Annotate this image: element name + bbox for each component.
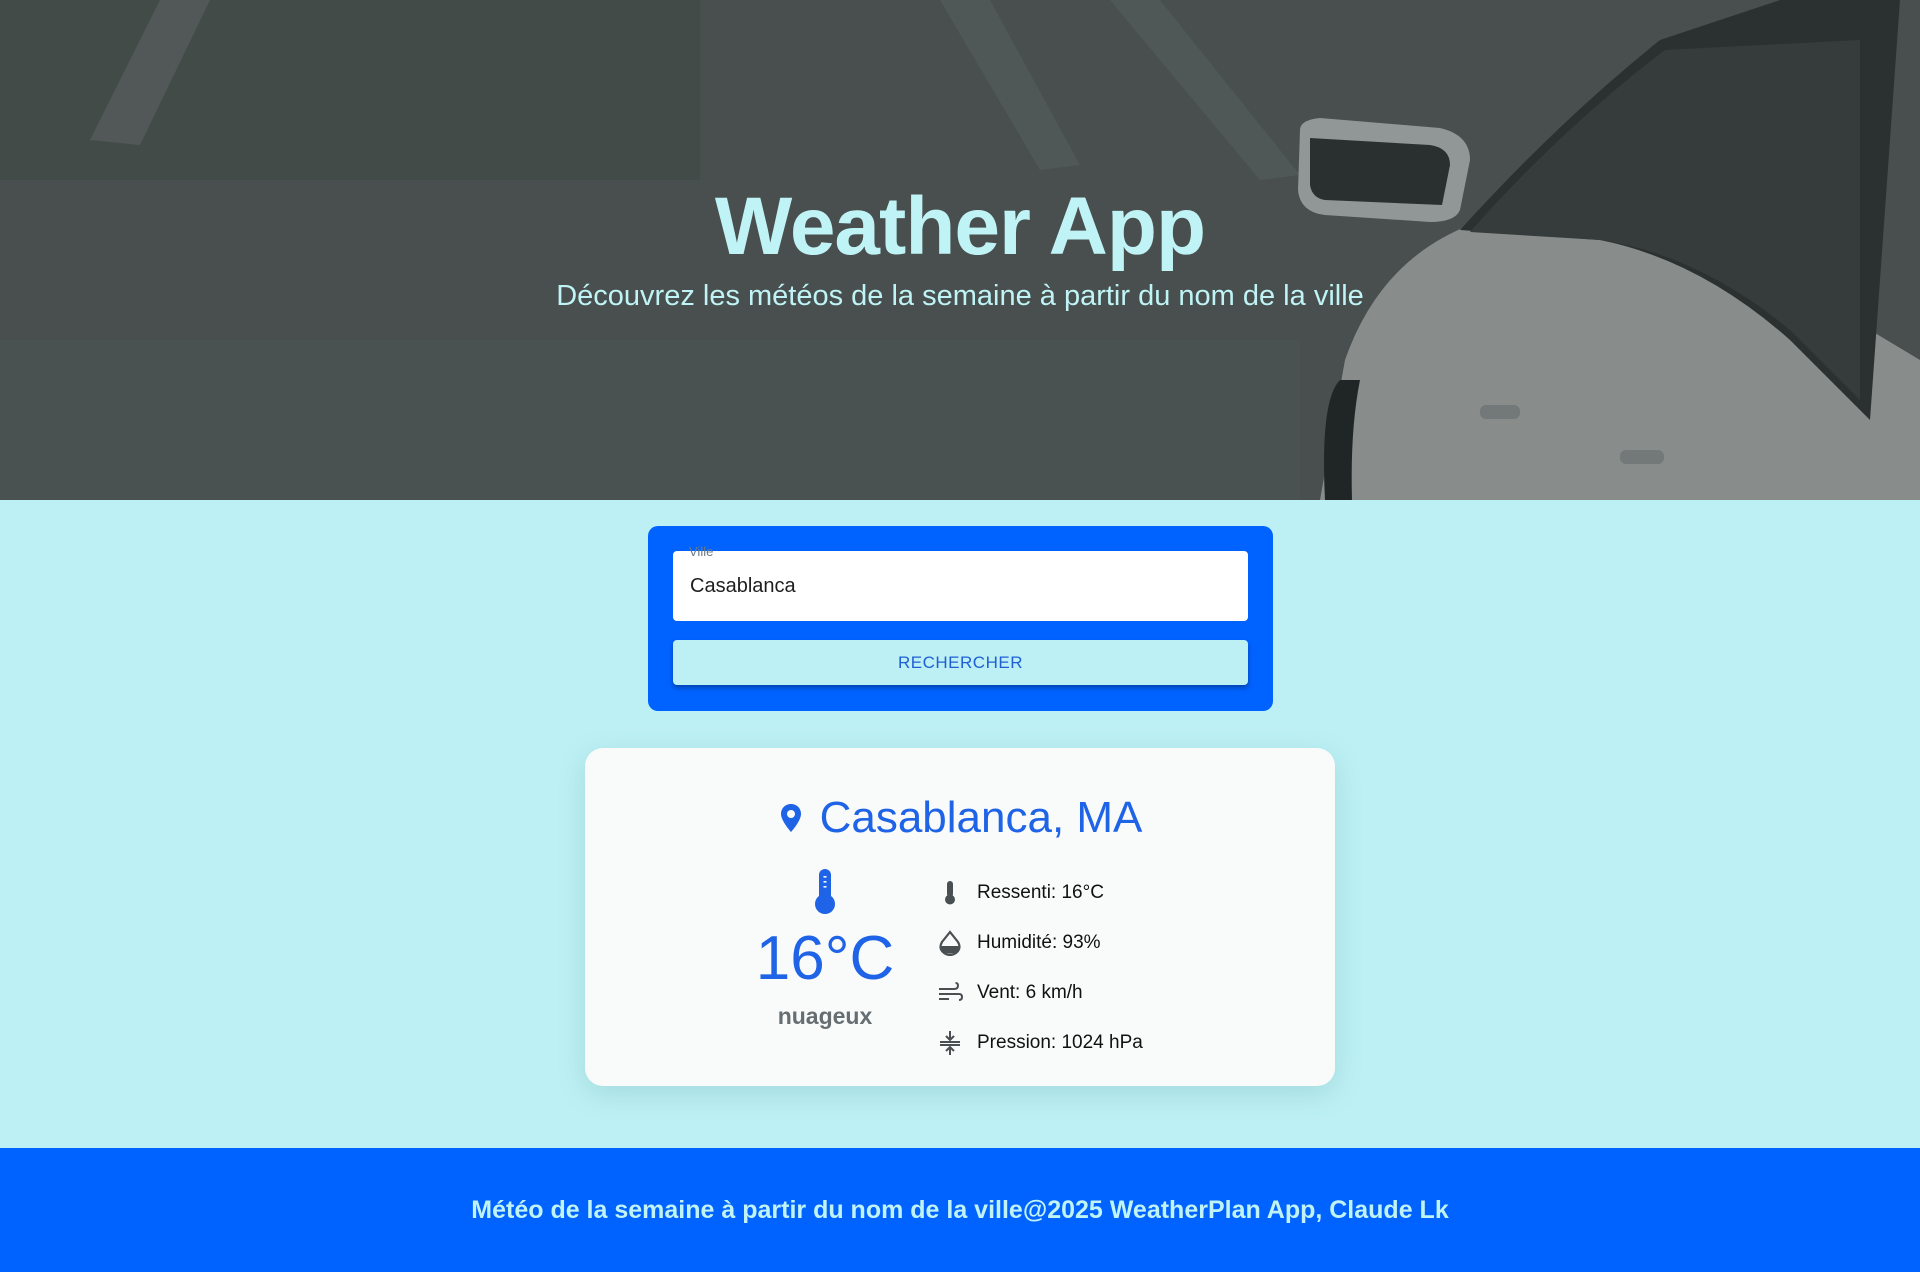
detail-wind: Vent: 6 km/h	[937, 968, 1267, 1018]
thermometer-icon	[815, 869, 835, 914]
pressure-text: Pression: 1024 hPa	[977, 1032, 1143, 1053]
water-drop-icon	[939, 930, 961, 956]
thermometer-icon	[945, 881, 955, 905]
weather-condition: nuageux	[777, 1003, 873, 1029]
detail-feels-like: Ressenti: 16°C	[937, 868, 1267, 918]
page-subtitle: Découvrez les météos de la semaine à par…	[556, 280, 1364, 312]
hero-banner: Weather App Découvrez les météos de la s…	[0, 0, 1920, 500]
page-title: Weather App	[714, 181, 1206, 272]
detail-humidity: Humidité: 93%	[937, 918, 1267, 968]
pressure-icon	[940, 1031, 960, 1055]
feels-like-text: Ressenti: 16°C	[977, 882, 1104, 903]
city-input[interactable]	[673, 551, 1248, 621]
wind-text: Vent: 6 km/h	[977, 982, 1083, 1003]
search-button[interactable]: RECHERCHER	[673, 640, 1248, 685]
city-field[interactable]: Ville	[673, 545, 1248, 621]
detail-pressure: Pression: 1024 hPa	[937, 1018, 1267, 1068]
city-field-label: Ville	[689, 544, 714, 559]
wind-icon	[939, 982, 963, 1001]
temperature-value: 16°C	[755, 924, 895, 993]
footer-text: Météo de la semaine à partir du nom de l…	[471, 1196, 1449, 1224]
temperature-summary: 16°C nuageux	[740, 868, 910, 1048]
footer: Météo de la semaine à partir du nom de l…	[0, 1148, 1920, 1272]
weather-card: Casablanca, MA 16°C nuageux Ressenti: 16…	[585, 748, 1335, 1086]
weather-details: Ressenti: 16°C Humidité: 93% Vent: 6 km/…	[937, 868, 1267, 1068]
location-name: Casablanca, MA	[819, 793, 1143, 842]
humidity-text: Humidité: 93%	[977, 932, 1101, 953]
search-form: Ville RECHERCHER	[648, 526, 1273, 711]
map-pin-icon	[780, 804, 801, 832]
location-header: Casablanca, MA	[585, 790, 1335, 846]
